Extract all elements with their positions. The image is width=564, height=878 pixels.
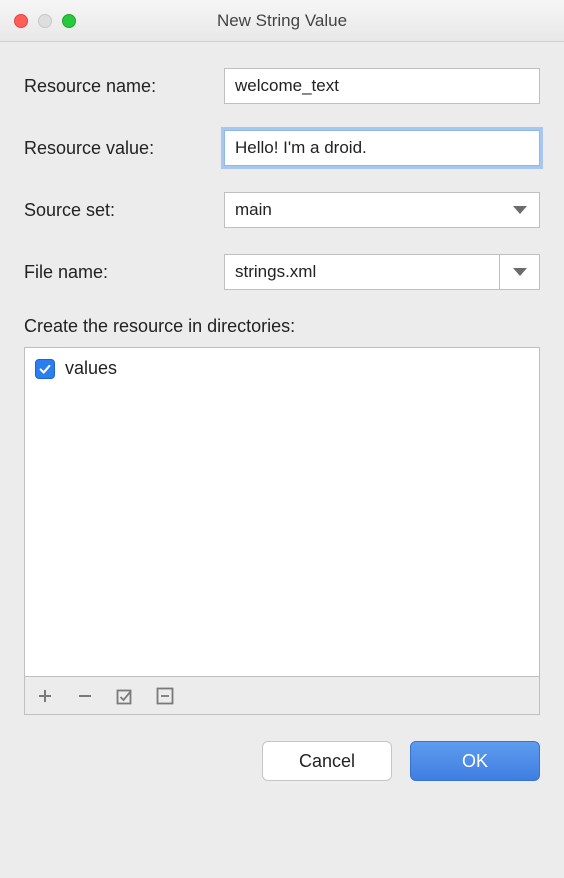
select-all-icon[interactable] <box>115 686 135 706</box>
file-name-row: File name: strings.xml <box>24 254 540 290</box>
resource-value-label: Resource value: <box>24 138 224 159</box>
maximize-icon[interactable] <box>62 14 76 28</box>
file-name-label: File name: <box>24 262 224 283</box>
dialog-buttons: Cancel OK <box>24 741 540 781</box>
resource-value-input[interactable] <box>224 130 540 166</box>
chevron-down-icon <box>513 206 527 214</box>
source-set-select[interactable]: main <box>224 192 540 228</box>
file-name-dropdown-button[interactable] <box>500 254 540 290</box>
resource-name-row: Resource name: <box>24 68 540 104</box>
resource-name-input[interactable] <box>224 68 540 104</box>
directories-list[interactable]: values <box>24 347 540 677</box>
add-icon[interactable] <box>35 686 55 706</box>
source-set-value: main <box>235 200 272 220</box>
source-set-row: Source set: main <box>24 192 540 228</box>
dialog-content: Resource name: Resource value: Source se… <box>0 42 564 801</box>
window-controls <box>0 14 76 28</box>
minimize-icon <box>38 14 52 28</box>
ok-button[interactable]: OK <box>410 741 540 781</box>
deselect-all-icon[interactable] <box>155 686 175 706</box>
file-name-combo[interactable]: strings.xml <box>224 254 540 290</box>
close-icon[interactable] <box>14 14 28 28</box>
window-title: New String Value <box>0 11 564 31</box>
source-set-label: Source set: <box>24 200 224 221</box>
directory-item-label: values <box>65 358 117 379</box>
titlebar: New String Value <box>0 0 564 42</box>
cancel-button[interactable]: Cancel <box>262 741 392 781</box>
file-name-value[interactable]: strings.xml <box>224 254 500 290</box>
resource-value-row: Resource value: <box>24 130 540 166</box>
checkbox-checked-icon[interactable] <box>35 359 55 379</box>
list-item[interactable]: values <box>35 356 529 381</box>
directories-toolbar <box>24 677 540 715</box>
directories-label: Create the resource in directories: <box>24 316 540 337</box>
resource-name-label: Resource name: <box>24 76 224 97</box>
remove-icon[interactable] <box>75 686 95 706</box>
chevron-down-icon <box>513 268 527 276</box>
